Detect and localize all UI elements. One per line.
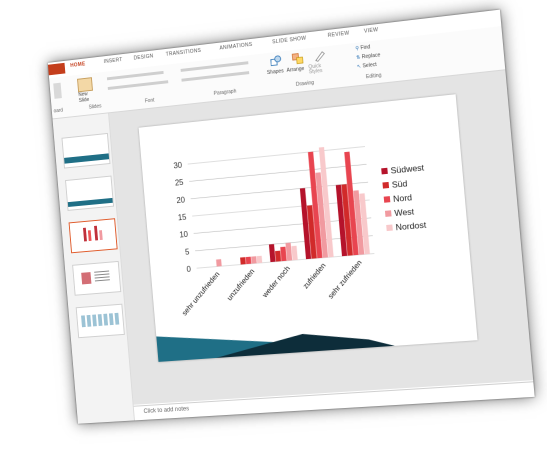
bar [285, 242, 292, 261]
y-axis-ticks: 0 5 10 15 20 25 30 [173, 161, 192, 274]
x-tick-label: sehr zufrieden [326, 258, 364, 301]
replace-icon: ⇅ [355, 54, 361, 62]
thumbnail-bar [87, 230, 92, 242]
y-tick-label: 15 [178, 212, 188, 222]
tab-review[interactable]: REVIEW [328, 30, 350, 39]
replace-button[interactable]: ⇅ Replace [356, 52, 381, 61]
notes-placeholder: Click to add notes [143, 406, 190, 415]
legend-label: West [394, 206, 415, 218]
tab-animations[interactable]: ANIMATIONS [219, 42, 252, 52]
paragraph-list-buttons[interactable] [180, 61, 249, 72]
legend-swatch [384, 210, 392, 217]
bar [251, 256, 257, 264]
editing-group-label: Editing [365, 72, 382, 81]
find-button[interactable]: ⚲ Find [355, 44, 370, 52]
font-group-label: Font [144, 97, 155, 105]
legend-label: Südwest [390, 162, 425, 176]
tab-home[interactable]: HOME [70, 61, 85, 69]
y-tick-label: 10 [179, 230, 189, 240]
chart-bars [216, 147, 370, 267]
thumbnail-table [81, 312, 120, 328]
thumbnail-bar [83, 227, 87, 242]
quick-styles-icon[interactable] [313, 49, 326, 62]
slide-editing-area: 0 5 10 15 20 25 30 sehr unzufrieden unzufrieden… [108, 70, 534, 405]
thumbnail-teal-band [67, 197, 113, 207]
chart-legend: Südwest Süd Nord WestNordost [381, 162, 427, 232]
paragraph-group-label: Paragraph [213, 88, 237, 97]
shapes-icon[interactable] [269, 54, 282, 67]
legend-swatch [386, 224, 393, 232]
legend-label: Nordost [395, 219, 427, 232]
x-tick-label: weder noch [260, 264, 292, 300]
gridline [189, 164, 366, 181]
paste-icon[interactable] [53, 82, 62, 99]
y-tick-label: 25 [175, 178, 185, 188]
bar-chart[interactable]: 0 5 10 15 20 25 30 sehr unzufrieden unzufrieden… [139, 94, 478, 362]
bar [280, 246, 287, 262]
new-slide-button[interactable]: New Slide [78, 90, 98, 104]
clipboard-group-label: oard [53, 107, 64, 115]
tab-transitions[interactable]: TRANSITIONS [166, 48, 202, 58]
x-axis-tick-labels: sehr unzufrieden unzufrieden weder noch zuf… [180, 258, 364, 318]
arrange-icon[interactable] [291, 52, 304, 65]
bar [290, 245, 298, 260]
bar [245, 256, 252, 265]
thumbnail-bar [99, 230, 103, 241]
current-slide[interactable]: 0 5 10 15 20 25 30 sehr unzufrieden unzufrieden… [138, 94, 478, 362]
legend-swatch [381, 167, 388, 175]
bar [216, 259, 222, 267]
find-icon: ⚲ [355, 45, 360, 52]
tab-insert[interactable]: INSERT [103, 57, 122, 65]
y-tick-label: 30 [173, 161, 183, 171]
select-button[interactable]: ↖ Select [357, 62, 377, 70]
thumbnail-bar [94, 225, 99, 241]
tab-slide-show[interactable]: SLIDE SHOW [272, 35, 307, 45]
quick-styles-button[interactable]: Quick Styles [308, 63, 331, 75]
paragraph-align-buttons[interactable] [181, 71, 250, 82]
bar [269, 244, 276, 263]
powerpoint-window: HOME INSERT DESIGN TRANSITIONS ANIMATION… [47, 9, 535, 424]
bar [240, 257, 246, 265]
bar [275, 250, 282, 262]
tab-design[interactable]: DESIGN [133, 53, 153, 61]
arrange-button[interactable]: Arrange [286, 66, 304, 74]
slide-thumbnail-5[interactable] [75, 303, 125, 339]
legend-swatch [382, 181, 390, 189]
y-tick-label: 20 [176, 195, 186, 205]
y-tick-label: 0 [186, 265, 192, 274]
drawing-group-label: Drawing [295, 79, 315, 88]
slide-thumbnail-4[interactable] [72, 260, 122, 296]
legend-label: Süd [391, 178, 408, 190]
tab-view[interactable]: VIEW [364, 27, 379, 35]
file-tab[interactable] [47, 62, 66, 76]
x-tick-label: zufrieden [301, 261, 328, 291]
legend-label: Nord [393, 192, 413, 204]
x-tick-label: unzufrieden [225, 267, 257, 303]
gridline [188, 147, 365, 165]
thumbnail-text-lines [94, 270, 111, 284]
slides-group-label: Slides [88, 103, 102, 111]
legend-swatch [383, 196, 391, 203]
font-name-box[interactable] [106, 70, 164, 81]
x-tick-label: sehr unzufrieden [180, 270, 221, 318]
thumbnail-bar [81, 272, 92, 285]
slide-thumbnail-2[interactable] [65, 175, 115, 211]
thumbnail-teal-band [64, 153, 110, 164]
bar [256, 255, 263, 264]
select-icon: ↖ [356, 63, 362, 71]
font-format-buttons[interactable] [107, 80, 169, 90]
y-tick-label: 5 [185, 247, 191, 256]
slide-thumbnail-3[interactable] [68, 218, 118, 254]
shapes-button[interactable]: Shapes [267, 68, 284, 76]
slide-thumbnail-1[interactable] [61, 132, 111, 169]
